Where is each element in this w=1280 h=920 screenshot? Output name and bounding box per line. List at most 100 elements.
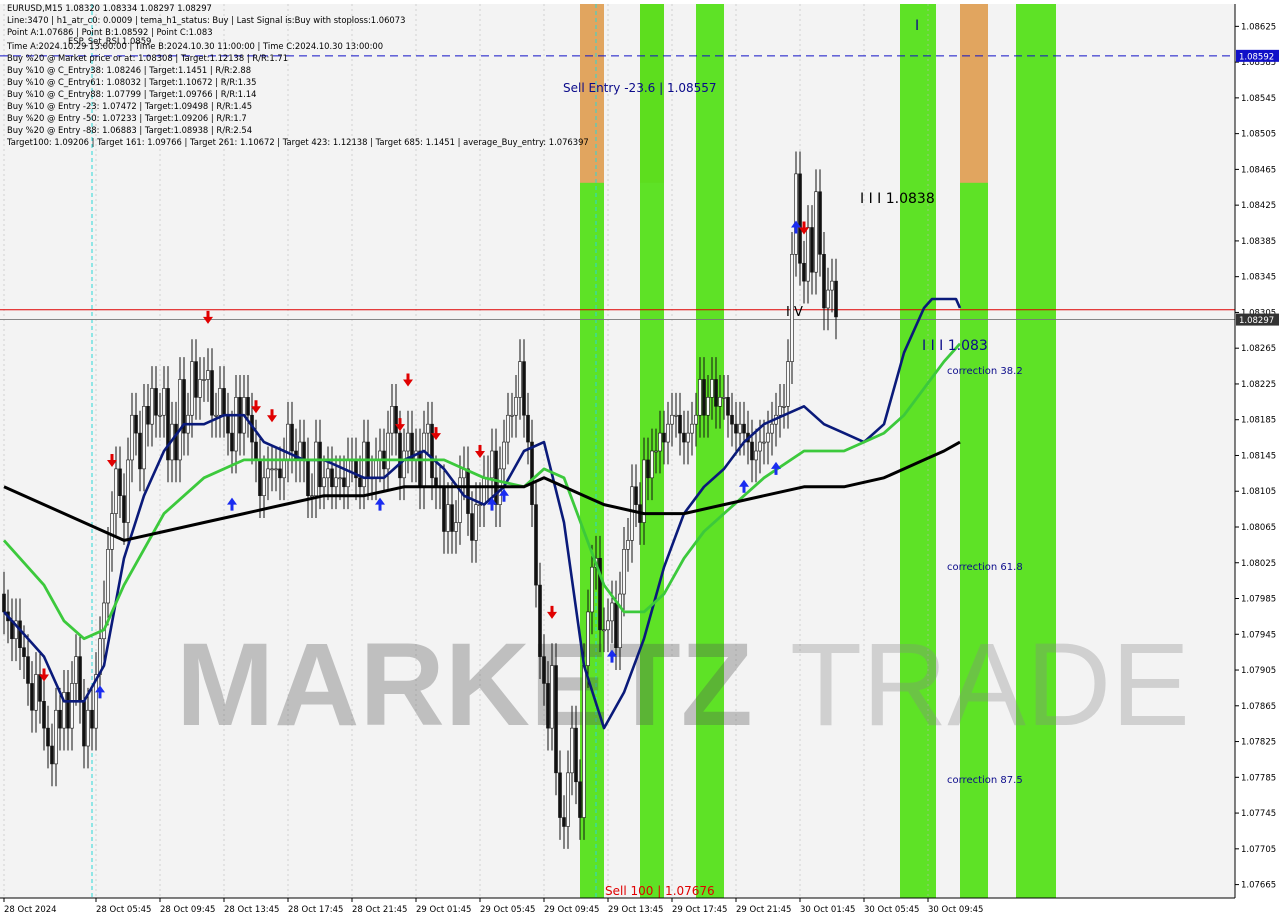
candle-body: [714, 379, 718, 407]
header-line: Line:3470 | h1_atr_c0: 0.0009 | tema_h1_…: [7, 15, 406, 25]
y-tick-label: 1.07945: [1241, 630, 1276, 640]
candle-body: [234, 397, 238, 452]
candle-body: [490, 450, 494, 479]
candle-body: [270, 468, 274, 471]
y-tick-label: 1.08105: [1241, 487, 1276, 497]
header-line: Buy %10 @ C_Entry88: 1.07799 | Target:1.…: [7, 89, 257, 99]
candle-body: [446, 504, 450, 532]
header-line: Buy %10 @ C_Entry38: 1.08246 | Target:1.…: [7, 65, 252, 75]
candle-body: [86, 709, 90, 747]
candle-body: [174, 423, 178, 461]
candle-body: [754, 450, 758, 461]
candle-body: [530, 441, 534, 505]
y-tick-label: 1.07865: [1241, 702, 1276, 712]
candle-body: [374, 459, 378, 479]
candle-body: [106, 549, 110, 604]
x-tick-label: 29 Oct 05:45: [480, 905, 535, 915]
candle-body: [526, 414, 530, 443]
candle-body: [722, 397, 726, 399]
candle-body: [554, 665, 558, 774]
sell-zone: [960, 4, 988, 183]
y-tick-label: 1.08465: [1241, 165, 1276, 175]
x-tick-label: 28 Oct 17:45: [288, 905, 343, 915]
x-tick-label: 29 Oct 13:45: [608, 905, 663, 915]
header-line: Buy %10 @ Entry -23: 1.07472 | Target:1.…: [7, 101, 253, 111]
candle-body: [198, 379, 202, 398]
candle-body: [230, 432, 234, 452]
y-tick-label: 1.08625: [1241, 22, 1276, 32]
candle-body: [458, 477, 462, 523]
header-line: EURUSD,M15 1.08320 1.08334 1.08297 1.082…: [7, 3, 212, 13]
candle-body: [342, 477, 346, 488]
candle-body: [646, 459, 650, 479]
candle-body: [758, 441, 762, 452]
candle-body: [22, 647, 26, 657]
candle-body: [682, 432, 686, 443]
candle-body: [506, 414, 510, 443]
candle-body: [810, 227, 814, 273]
candle-body: [214, 414, 218, 417]
x-tick-label: 28 Oct 21:45: [352, 905, 407, 915]
candle-body: [338, 477, 342, 480]
candle-body: [622, 549, 626, 595]
candle-body: [562, 817, 566, 827]
y-tick-label: 1.07745: [1241, 809, 1276, 819]
candle-body: [578, 781, 582, 818]
candle-body: [586, 611, 590, 666]
candle-body: [158, 414, 162, 417]
candle-body: [202, 379, 206, 381]
candle-body: [150, 388, 154, 425]
candle-body: [634, 486, 638, 505]
candle-body: [306, 459, 310, 497]
candle-body: [318, 441, 322, 488]
candle-body: [58, 709, 62, 729]
candle-body: [546, 683, 550, 729]
candle-body: [718, 397, 722, 407]
x-tick-label: 29 Oct 09:45: [544, 905, 599, 915]
candle-body: [606, 620, 610, 631]
y-tick-label: 1.08505: [1241, 130, 1276, 140]
candle-body: [386, 432, 390, 470]
chart: MARKETZ TRADE Sell Entry -23.6 | 1.08557…: [0, 0, 1280, 920]
candle-body: [454, 522, 458, 532]
buy-zone: [696, 4, 724, 898]
candle-body: [822, 254, 826, 309]
wave-iii-c-label: I I I 1.083: [922, 338, 988, 354]
y-tick-label: 1.08425: [1241, 201, 1276, 211]
candle-body: [726, 397, 730, 416]
candle-body: [426, 423, 430, 434]
candle-body: [46, 727, 50, 747]
header-line: Buy %10 @ C_Entry61: 1.08032 | Target:1.…: [7, 77, 257, 87]
candle-body: [626, 540, 630, 550]
y-tick-label: 1.08185: [1241, 416, 1276, 426]
watermark-text-2: TRADE: [790, 619, 1190, 751]
y-tick-label: 1.08145: [1241, 451, 1276, 461]
candle-body: [466, 468, 470, 514]
correction-875-label: correction 87.5: [947, 775, 1023, 786]
y-tick-label: 1.08345: [1241, 273, 1276, 283]
candle-body: [702, 379, 706, 416]
candle-body: [602, 629, 606, 632]
price-tag-label: 1.08592: [1239, 52, 1274, 62]
y-tick-label: 1.07705: [1241, 845, 1276, 855]
candle-body: [78, 656, 82, 702]
candle-body: [442, 486, 446, 532]
correction-382-label: correction 38.2: [947, 366, 1023, 377]
candle-body: [226, 414, 230, 434]
candle-body: [694, 414, 698, 425]
candle-body: [2, 593, 6, 613]
wave-i-label: I: [915, 18, 919, 34]
candle-body: [38, 674, 42, 702]
candle-body: [122, 495, 126, 523]
candle-body: [362, 441, 366, 488]
candle-body: [558, 772, 562, 818]
header-line: Time A:2024.10.29 13:00:00 | Time B:2024…: [7, 41, 384, 51]
header-line: Buy %20 @ Market price or at: 1.08308 | …: [7, 53, 289, 63]
candle-body: [322, 477, 326, 488]
candle-body: [662, 432, 666, 443]
candle-body: [430, 423, 434, 479]
candle-body: [818, 191, 822, 255]
candle-body: [730, 414, 734, 425]
candle-body: [290, 423, 294, 452]
candle-body: [734, 423, 738, 434]
